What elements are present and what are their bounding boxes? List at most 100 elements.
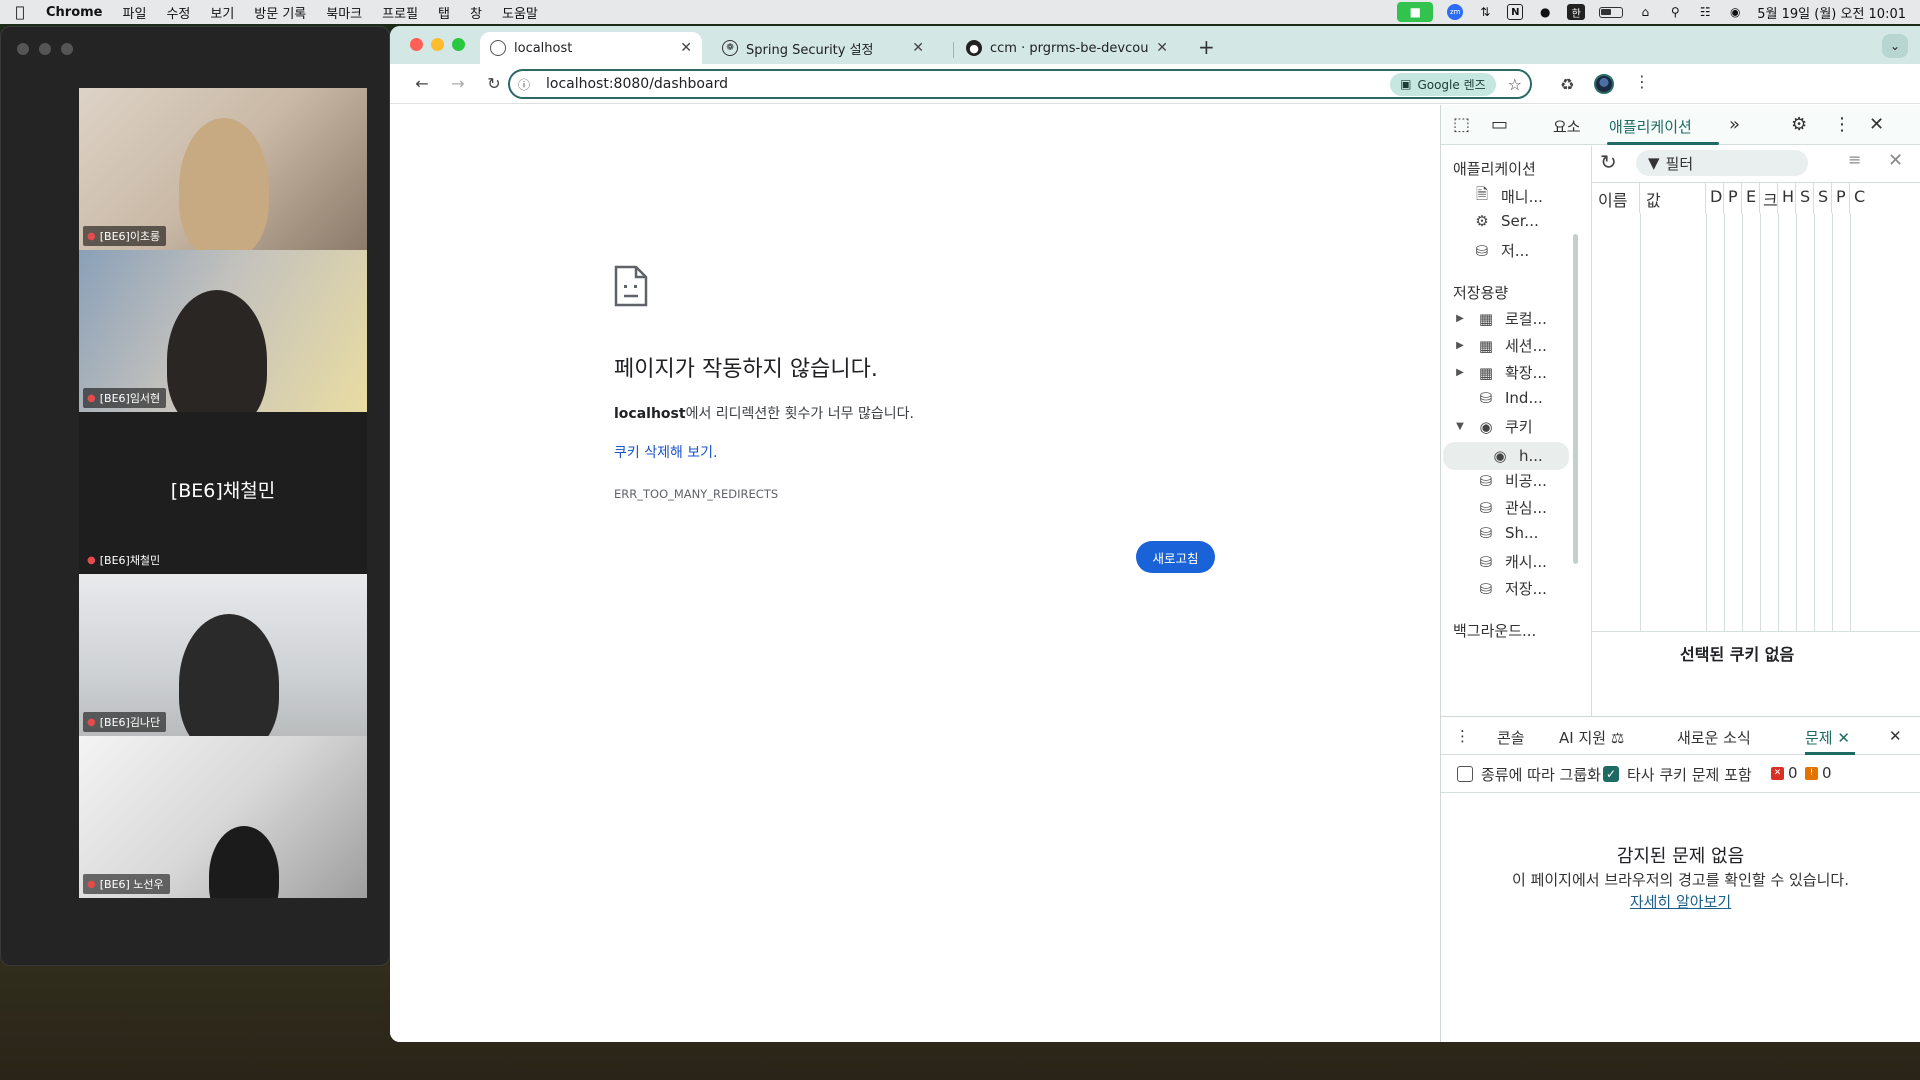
menu-app-chrome[interactable]: Chrome (40, 5, 113, 20)
sidebar-item-indexeddb[interactable]: ⛁ Ind... (1475, 389, 1543, 407)
clear-all-cookies-icon[interactable]: ≡ (1848, 150, 1861, 169)
participant-tile[interactable]: ● [BE6] 노선우 (79, 736, 367, 898)
column-header-httponly[interactable]: H (1778, 183, 1796, 213)
group-by-kind-checkbox[interactable] (1457, 766, 1473, 782)
tab-localhost[interactable]: localhost ✕ (480, 32, 702, 64)
device-toolbar-icon[interactable]: ▭ (1491, 114, 1508, 135)
sidebar-item-private-state-tokens[interactable]: ⛁ 비공... (1475, 470, 1547, 491)
expand-arrow-icon[interactable]: ▶ (1453, 313, 1467, 324)
google-lens-button[interactable]: ▣ Google 렌즈 (1390, 72, 1496, 96)
sidebar-item-shared-storage[interactable]: ⛁ Sh... (1475, 524, 1539, 542)
spotlight-search-icon[interactable]: ⚲ (1667, 4, 1683, 20)
cookie-filter-input[interactable]: ▼ 필터 (1636, 150, 1808, 176)
close-tab-icon[interactable]: ✕ (912, 40, 924, 56)
sidebar-item-manifest[interactable]: 🗎 매니... (1471, 184, 1543, 209)
menu-file[interactable]: 파일 (113, 3, 157, 22)
apple-icon[interactable]:  (0, 3, 40, 21)
close-devtools-icon[interactable]: ✕ (1869, 114, 1884, 135)
fullscreen-window-button[interactable] (452, 38, 465, 51)
zoom-zoom-button[interactable] (61, 43, 73, 55)
column-header-path[interactable]: P (1724, 183, 1742, 213)
input-method-icon[interactable]: 한 (1567, 4, 1586, 20)
close-tab-icon[interactable]: ✕ (1156, 40, 1168, 56)
menu-history[interactable]: 방문 기록 (244, 3, 316, 22)
third-party-cookie-checkbox[interactable]: ✓ (1603, 766, 1619, 782)
battery-icon[interactable] (1599, 6, 1624, 18)
chrome-menu-icon[interactable]: ⋮ (1634, 72, 1650, 91)
column-header-partition[interactable]: P (1832, 183, 1850, 213)
drawer-tab-ai-assistance[interactable]: AI 지원 ⚖ (1559, 727, 1624, 748)
sidebar-item-cache-storage[interactable]: ⛁ 캐시... (1475, 551, 1547, 572)
bookmark-star-icon[interactable]: ☆ (1508, 75, 1522, 94)
forward-arrow-icon[interactable]: → (446, 72, 470, 96)
collapse-arrow-icon[interactable]: ▼ (1453, 421, 1467, 432)
settings-gear-icon[interactable]: ⚙ (1791, 114, 1807, 135)
sidebar-item-storage[interactable]: ⛁ 저... (1471, 240, 1529, 261)
wifi-icon[interactable]: ⌂ (1637, 4, 1653, 20)
drawer-tab-console[interactable]: 콘솔 (1497, 727, 1525, 748)
menu-view[interactable]: 보기 (200, 3, 244, 22)
address-bar[interactable]: ⓘ localhost:8080/dashboard ▣ Google 렌즈 ☆ (508, 69, 1532, 99)
participant-tile[interactable]: [BE6]채철민 ● [BE6]채철민 (79, 412, 367, 574)
menu-bookmarks[interactable]: 북마크 (316, 3, 372, 22)
zoom-close-button[interactable] (17, 43, 29, 55)
close-drawer-icon[interactable]: ✕ (1889, 727, 1902, 745)
sidebar-item-interest-groups[interactable]: ⛁ 관심... (1475, 497, 1547, 518)
tab-search-chevron-icon[interactable]: ⌄ (1882, 34, 1908, 58)
menu-tab[interactable]: 탭 (428, 3, 460, 22)
zoom-minimize-button[interactable] (39, 43, 51, 55)
new-tab-icon[interactable]: + (1198, 35, 1215, 59)
address-url[interactable]: localhost:8080/dashboard (546, 76, 1390, 92)
site-info-icon[interactable]: ⓘ (518, 76, 536, 93)
column-header-name[interactable]: 이름 (1592, 183, 1640, 213)
reload-icon[interactable]: ↻ (482, 72, 506, 96)
close-tab-icon[interactable]: ✕ (1837, 729, 1850, 747)
delete-cookies-link[interactable]: 쿠키 삭제해 보기. (614, 442, 718, 462)
sidebar-item-storage-buckets[interactable]: ⛁ 저장... (1475, 578, 1547, 599)
tab-github[interactable]: ● ccm · prgrms-be-devcourse/ ✕ (956, 32, 1178, 64)
expand-arrow-icon[interactable]: ▶ (1453, 367, 1467, 378)
column-header-size[interactable]: 크 (1760, 183, 1778, 213)
menu-edit[interactable]: 수정 (156, 3, 200, 22)
delete-selected-icon[interactable]: ✕ (1888, 150, 1903, 171)
tab-spring-security[interactable]: ❁ Spring Security 설정 ✕ (712, 32, 934, 64)
inspect-element-icon[interactable]: ⬚ (1453, 114, 1470, 135)
minimize-window-button[interactable] (431, 38, 444, 51)
learn-more-link[interactable]: 자세히 알아보기 (1441, 891, 1920, 912)
column-header-domain[interactable]: D (1706, 183, 1724, 213)
updown-arrow-icon[interactable]: ⇅ (1477, 4, 1493, 20)
profile-avatar[interactable] (1594, 74, 1614, 94)
drawer-tab-issues[interactable]: 문제 ✕ (1805, 727, 1850, 748)
participant-tile[interactable]: ● [BE6]이초롱 (79, 88, 367, 250)
notification-app-icon[interactable]: ● (1537, 4, 1553, 20)
column-header-secure[interactable]: S (1796, 183, 1814, 213)
drawer-tab-whats-new[interactable]: 새로운 소식 (1677, 727, 1751, 748)
sidebar-item-session-storage[interactable]: ▶ ▦ 세션... (1453, 335, 1547, 356)
extensions-puzzle-icon[interactable]: ♻ (1560, 75, 1574, 94)
column-header-value[interactable]: 값 (1640, 183, 1706, 213)
facetime-video-icon[interactable]: ■ (1397, 2, 1434, 22)
menubar-clock[interactable]: 5월 19일 (월) 오전 10:01 (1757, 3, 1906, 22)
refresh-cookies-icon[interactable]: ↻ (1600, 150, 1617, 174)
sidebar-item-cookie-host[interactable]: ◉ h... (1443, 442, 1569, 470)
drawer-menu-icon[interactable]: ⋮ (1455, 727, 1470, 745)
menu-help[interactable]: 도움말 (492, 3, 548, 22)
column-header-expires[interactable]: E (1742, 183, 1760, 213)
sidebar-item-extension-storage[interactable]: ▶ ▦ 확장... (1453, 362, 1547, 383)
participant-tile[interactable]: ● [BE6]김나단 (79, 574, 367, 736)
sidebar-item-local-storage[interactable]: ▶ ▦ 로컬... (1453, 308, 1547, 329)
control-center-icon[interactable]: ☷ (1697, 4, 1713, 20)
close-tab-icon[interactable]: ✕ (680, 40, 692, 56)
zoom-icon[interactable]: zm (1447, 4, 1464, 20)
tab-application[interactable]: 애플리케이션 (1609, 116, 1692, 137)
tab-elements[interactable]: 요소 (1553, 116, 1581, 137)
sidebar-item-service-workers[interactable]: ⚙ Ser... (1471, 212, 1539, 230)
menu-window[interactable]: 창 (460, 3, 492, 22)
devtools-menu-icon[interactable]: ⋮ (1833, 114, 1851, 135)
expand-arrow-icon[interactable]: ▶ (1453, 340, 1467, 351)
sidebar-item-cookies[interactable]: ▼ ◉ 쿠키 (1453, 416, 1532, 437)
column-header-cross-site[interactable]: C (1850, 183, 1920, 213)
reload-button[interactable]: 새로고침 (1136, 541, 1215, 573)
notion-icon[interactable]: N (1507, 4, 1524, 20)
sidebar-scrollbar[interactable] (1573, 234, 1578, 564)
